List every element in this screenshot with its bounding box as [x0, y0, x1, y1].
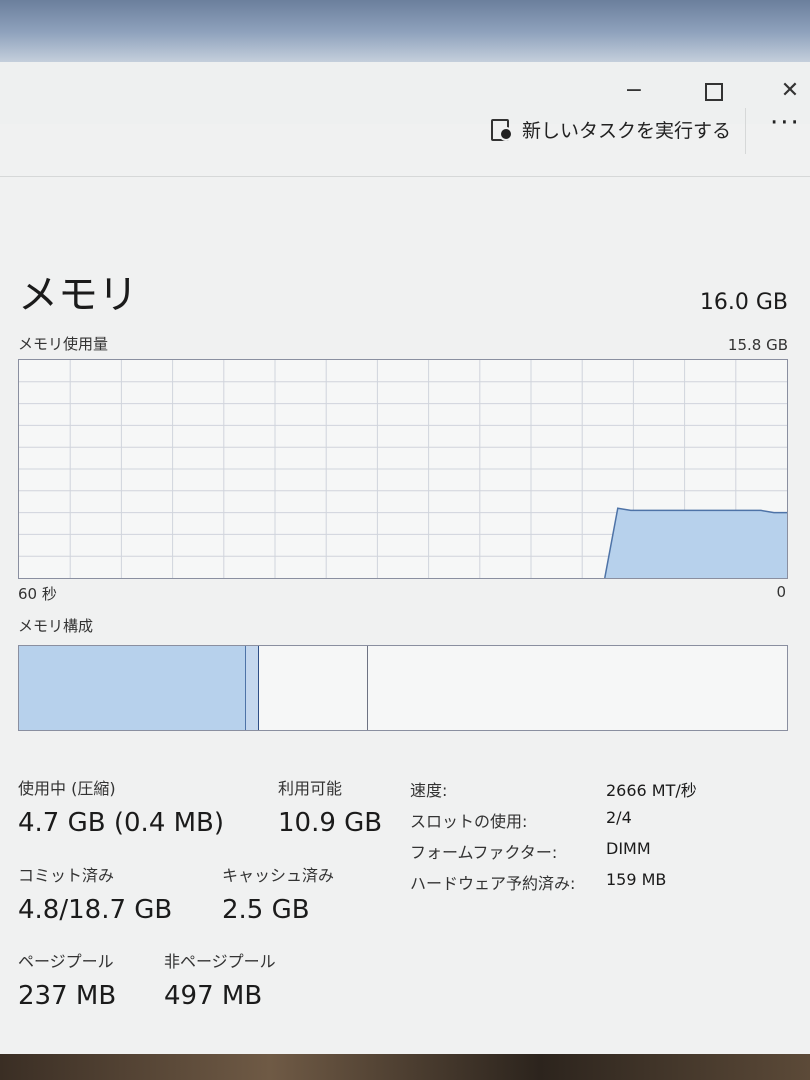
memory-usage-area: [604, 508, 787, 578]
slots-value: 2/4: [606, 808, 632, 827]
committed-value: 4.8/18.7 GB: [18, 895, 173, 925]
graph-time-start: 60 秒: [18, 585, 57, 603]
toolbar: 新しいタスクを実行する ···: [0, 92, 810, 177]
total-memory: 16.0 GB: [699, 290, 788, 315]
committed-label: コミット済み: [18, 866, 115, 885]
more-options-button[interactable]: ···: [770, 108, 801, 138]
memory-usage-label: メモリ使用量: [18, 335, 109, 353]
toolbar-divider: [745, 108, 746, 154]
composition-modified: [245, 646, 260, 730]
composition-free: [368, 646, 787, 730]
cached-label: キャッシュ済み: [222, 866, 335, 885]
composition-in-use: [19, 646, 246, 730]
non-paged-pool-value: 497 MB: [164, 981, 263, 1011]
desktop-background: [0, 1054, 810, 1080]
form-factor-label: フォームファクター:: [410, 843, 558, 862]
memory-composition-label: メモリ構成: [18, 617, 94, 635]
form-factor-value: DIMM: [606, 839, 651, 858]
available-value: 10.9 GB: [278, 808, 383, 838]
available-label: 利用可能: [278, 779, 343, 798]
speed-label: 速度:: [410, 781, 448, 800]
memory-usage-max: 15.8 GB: [727, 336, 788, 354]
run-new-task-label: 新しいタスクを実行する: [522, 119, 732, 142]
in-use-value: 4.7 GB (0.4 MB): [18, 808, 225, 838]
memory-usage-graph: [18, 359, 788, 579]
speed-value: 2666 MT/秒: [606, 781, 697, 800]
cached-value: 2.5 GB: [222, 895, 310, 925]
run-new-task-button[interactable]: 新しいタスクを実行する: [490, 114, 731, 144]
paged-pool-value: 237 MB: [18, 981, 117, 1011]
non-paged-pool-label: 非ページプール: [164, 952, 276, 971]
in-use-label: 使用中 (圧縮): [18, 779, 116, 798]
hw-reserved-value: 159 MB: [606, 870, 667, 889]
graph-time-end: 0: [776, 583, 786, 601]
paged-pool-label: ページプール: [18, 952, 114, 971]
composition-standby: [259, 646, 369, 730]
hw-reserved-label: ハードウェア予約済み:: [410, 874, 576, 893]
memory-composition-bar: [18, 645, 788, 731]
slots-label: スロットの使用:: [410, 812, 528, 831]
memory-usage-chart: [19, 360, 787, 578]
page-title: メモリ: [18, 272, 138, 318]
run-task-icon: [490, 118, 513, 141]
